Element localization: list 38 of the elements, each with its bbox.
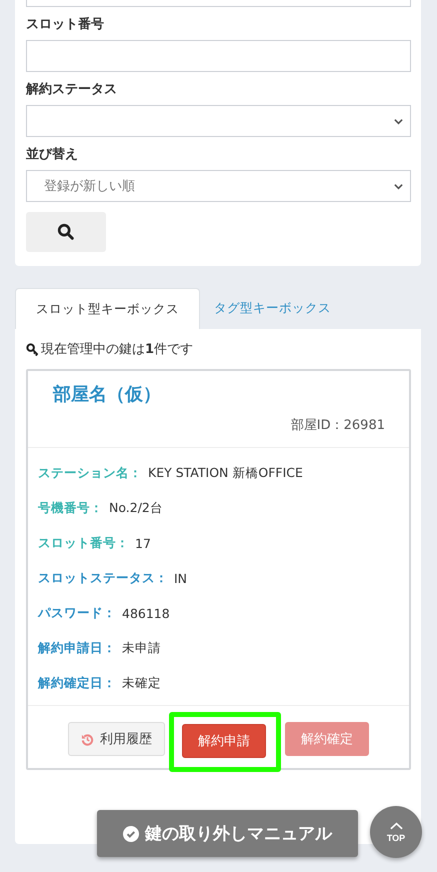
field-label: 解約申請日：: [38, 640, 116, 657]
field-label: 解約確定日：: [38, 675, 116, 692]
tab[interactable]: タグ型キーボックス: [200, 288, 356, 329]
field-label: 並び替え: [26, 146, 79, 164]
chevron-up-icon: [390, 822, 402, 830]
field-value: KEY STATION 新橋OFFICE: [148, 465, 303, 482]
field-value: 17: [135, 536, 151, 551]
field-value: No.2/2台: [109, 500, 163, 517]
input-field[interactable]: [26, 0, 411, 7]
key-count-text: 現在管理中の鍵は1件です: [41, 341, 194, 358]
action-button[interactable]: 解約申請: [182, 724, 266, 758]
field-value: 未確定: [122, 675, 161, 692]
select-field[interactable]: [26, 105, 411, 137]
back-to-top-button[interactable]: TOP: [370, 806, 422, 858]
field-label: スロット番号：: [38, 535, 129, 552]
field-value: 486118: [122, 606, 170, 621]
chevron-down-icon: [393, 116, 404, 126]
manual-button[interactable]: 鍵の取り外しマニュアル: [97, 810, 358, 857]
field-value: IN: [174, 571, 188, 586]
key-icon: [26, 342, 39, 356]
room-id: 部屋ID：26981: [290, 417, 385, 435]
field-label: スロットステータス：: [38, 570, 168, 587]
select-field[interactable]: 登録が新しい順: [26, 170, 411, 202]
field-label: パスワード：: [38, 605, 116, 622]
search-icon: [57, 223, 75, 241]
history-icon: [81, 732, 94, 746]
check-circle-icon: [123, 826, 139, 842]
chevron-down-icon: [393, 182, 404, 190]
input-field[interactable]: [26, 40, 411, 72]
tab[interactable]: スロット型キーボックス: [15, 288, 200, 329]
field-label: 号機番号：: [38, 500, 103, 517]
field-label: スロット番号: [26, 16, 105, 34]
field-label: ステーション名：: [38, 465, 142, 482]
history-button[interactable]: 利用履歴: [68, 722, 165, 756]
search-button[interactable]: [26, 212, 106, 252]
field-value: 未申請: [122, 640, 161, 657]
field-label: 解約ステータス: [26, 81, 118, 99]
room-name: 部屋名（仮）: [53, 383, 162, 407]
